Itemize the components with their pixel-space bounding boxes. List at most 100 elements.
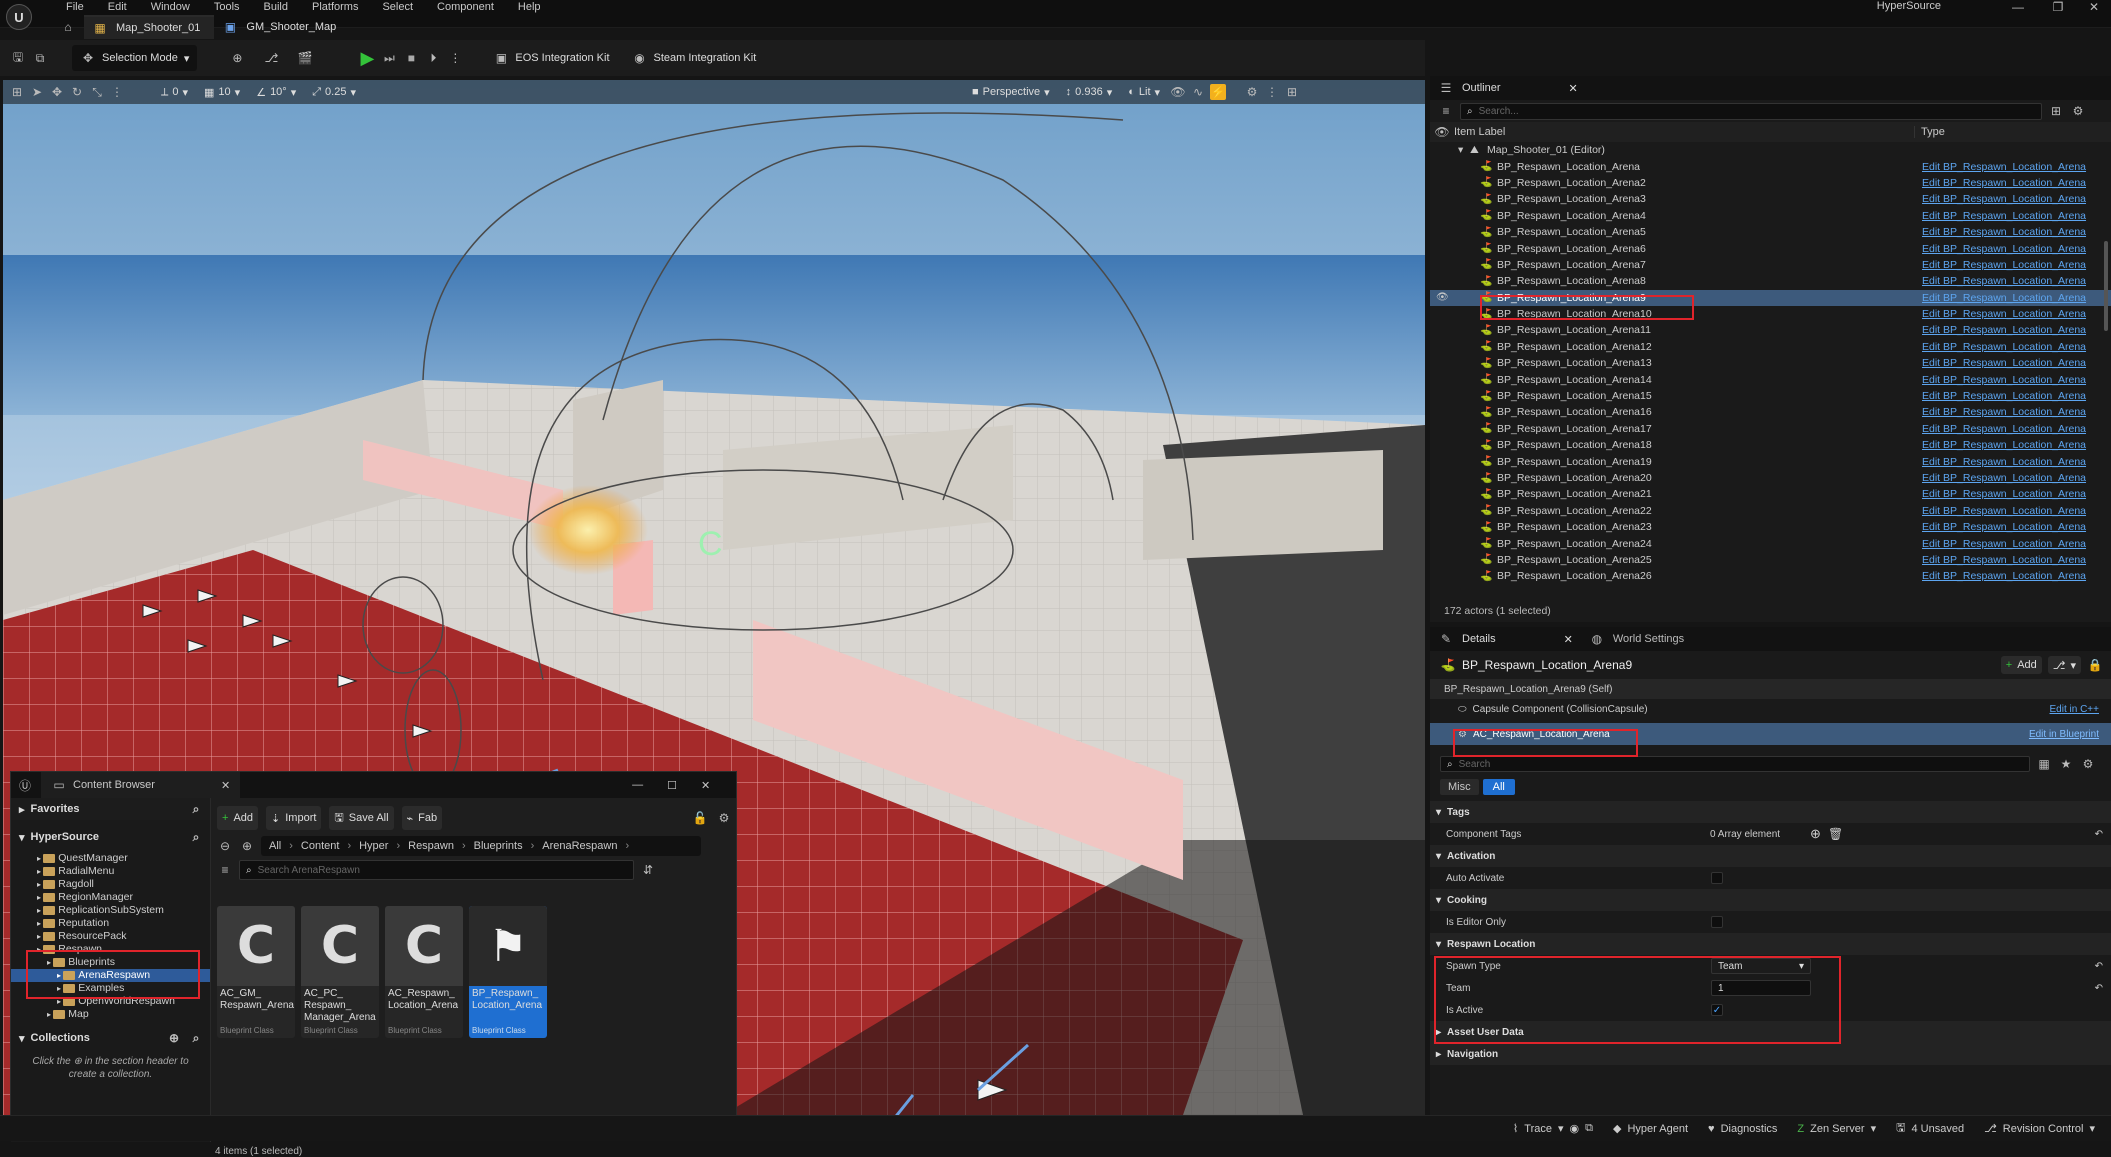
save-icon[interactable]: 🖫: [10, 50, 26, 66]
transform-menu-icon[interactable]: ⊞: [9, 84, 25, 100]
outliner-row[interactable]: ⛳ BP_Respawn_Location_Arena8 Edit BP_Respa…: [1430, 273, 2111, 289]
show-flags-icon[interactable]: 👁: [1170, 84, 1186, 100]
edit-blueprint-link[interactable]: Edit BP_Respawn_Location_Arena: [1922, 505, 2086, 517]
tab-world-settings[interactable]: World Settings: [1613, 633, 1684, 645]
edit-cpp-link[interactable]: Edit in C++: [2050, 704, 2099, 715]
edit-blueprint-link[interactable]: Edit BP_Respawn_Location_Arena: [1922, 538, 2086, 550]
zen-server-button[interactable]: Z Zen Server ▾: [1787, 1116, 1886, 1142]
breadcrumb-item[interactable]: Content: [301, 840, 340, 852]
search-icon[interactable]: ⌕: [188, 829, 204, 845]
folder-item[interactable]: ▸ QuestManager: [11, 852, 210, 865]
settings-gear-icon[interactable]: ⚙: [2080, 756, 2096, 772]
asset-tile[interactable]: C AC_PC_ Respawn_ Manager_Arena Blueprint …: [301, 906, 379, 1038]
edit-blueprint-link[interactable]: Edit BP_Respawn_Location_Arena: [1922, 308, 2086, 320]
outliner-row[interactable]: ⛳ BP_Respawn_Location_Arena2 Edit BP_Respa…: [1430, 175, 2111, 191]
outliner-row[interactable]: ⛳ BP_Respawn_Location_Arena24 Edit BP_Resp…: [1430, 535, 2111, 551]
grid-view-icon[interactable]: ▦: [2036, 756, 2052, 772]
viewport-more-icon[interactable]: ⋮: [1264, 84, 1280, 100]
minimize-icon[interactable]: —: [1998, 0, 2038, 14]
edit-blueprint-link[interactable]: Edit BP_Respawn_Location_Arena: [1922, 390, 2086, 402]
filter-icon[interactable]: ≡: [217, 862, 233, 878]
folder-item[interactable]: ▸ Blueprints: [11, 956, 210, 969]
col-item-label[interactable]: Item Label: [1454, 126, 1505, 138]
outliner-row[interactable]: ⛳ BP_Respawn_Location_Arena26 Edit BP_Resp…: [1430, 568, 2111, 584]
save-all-button[interactable]: 🖫 Save All: [329, 806, 394, 830]
is-active-checkbox[interactable]: ✓: [1711, 1004, 1723, 1016]
visibility-icon[interactable]: 👁: [1434, 124, 1450, 140]
folder-item[interactable]: ▸ Respawn: [11, 943, 210, 956]
edit-blueprint-link[interactable]: Edit BP_Respawn_Location_Arena: [1922, 406, 2086, 418]
outliner-row[interactable]: ⛳ BP_Respawn_Location_Arena6 Edit BP_Respa…: [1430, 240, 2111, 256]
hypersource-section[interactable]: ▾ HyperSource ⌕: [11, 826, 210, 848]
menu-item[interactable]: Window: [139, 1, 202, 13]
lit-dropdown[interactable]: ◐ Lit ▾: [1122, 82, 1166, 102]
edit-blueprint-link[interactable]: Edit BP_Respawn_Location_Arena: [1922, 243, 2086, 255]
asset-tile[interactable]: ⚑ BP_Respawn_ Location_Arena Blueprint Cla…: [469, 906, 547, 1038]
add-collection-icon[interactable]: ⊕: [166, 1030, 182, 1046]
outliner-row[interactable]: ⛳ BP_Respawn_Location_Arena14 Edit BP_Resp…: [1430, 371, 2111, 387]
outliner-row[interactable]: ⛳ BP_Respawn_Location_Arena7 Edit BP_Respa…: [1430, 257, 2111, 273]
blueprint-options-button[interactable]: ⎇ ▾: [2047, 656, 2081, 674]
folder-item[interactable]: ▸ RadialMenu: [11, 865, 210, 878]
hyper-agent-button[interactable]: ◆ Hyper Agent: [1603, 1116, 1698, 1142]
stop-icon[interactable]: ■: [403, 50, 419, 66]
folder-item[interactable]: ▸ RegionManager: [11, 891, 210, 904]
folder-item[interactable]: ▸ ArenaRespawn: [11, 969, 210, 982]
filter-misc[interactable]: Misc: [1440, 779, 1479, 795]
component-self-row[interactable]: BP_Respawn_Location_Arena9 (Self): [1430, 679, 2111, 699]
outliner-row[interactable]: ⛳ BP_Respawn_Location_Arena16 Edit BP_Resp…: [1430, 404, 2111, 420]
settings-gear-icon[interactable]: ⚙: [716, 810, 732, 826]
trace-button[interactable]: ⌇ Trace ▾ ◉ ⧉: [1503, 1116, 1603, 1142]
selection-mode-dropdown[interactable]: ✥ Selection Mode ▾: [72, 45, 198, 71]
tab-details[interactable]: Details: [1462, 633, 1496, 645]
close-tab-icon[interactable]: ✕: [1569, 82, 1578, 95]
fab-button[interactable]: ⌁ Fab: [401, 806, 443, 830]
settings-gear-icon[interactable]: ⚙: [2070, 103, 2086, 119]
steam-integration-button[interactable]: ◉ Steam Integration Kit: [624, 45, 765, 71]
more-options-icon[interactable]: ⋮: [447, 50, 463, 66]
edit-blueprint-link[interactable]: Edit BP_Respawn_Location_Arena: [1922, 226, 2086, 238]
menu-item[interactable]: Select: [370, 1, 425, 13]
close-tab-icon[interactable]: ✕: [1564, 633, 1573, 646]
breadcrumb-item[interactable]: All: [269, 840, 281, 852]
folder-item[interactable]: ▸ ResourcePack: [11, 930, 210, 943]
outliner-row[interactable]: ⛳ BP_Respawn_Location_Arena23 Edit BP_Resp…: [1430, 519, 2111, 535]
category-cooking[interactable]: ▾ Cooking: [1430, 889, 2111, 911]
menu-item[interactable]: Platforms: [300, 1, 370, 13]
edit-blueprint-link[interactable]: Edit BP_Respawn_Location_Arena: [1922, 275, 2086, 287]
perspective-dropdown[interactable]: ■ Perspective ▾: [966, 82, 1056, 102]
select-arrow-icon[interactable]: ➤: [29, 84, 45, 100]
collections-section[interactable]: ▾ Collections ⊕ ⌕: [11, 1027, 210, 1049]
outliner-row[interactable]: ⛳ BP_Respawn_Location_Arena11 Edit BP_Resp…: [1430, 322, 2111, 338]
outliner-row[interactable]: ⛳ BP_Respawn_Location_Arena21 Edit BP_Resp…: [1430, 486, 2111, 502]
outliner-row[interactable]: ⛳ BP_Respawn_Location_Arena18 Edit BP_Resp…: [1430, 437, 2111, 453]
add-button[interactable]: + Add: [217, 806, 259, 830]
edit-blueprint-link[interactable]: Edit BP_Respawn_Location_Arena: [1922, 210, 2086, 222]
category-tags[interactable]: ▾ Tags: [1430, 801, 2111, 823]
lock-icon[interactable]: 🔒: [2087, 657, 2103, 673]
menu-item[interactable]: Build: [252, 1, 300, 13]
tab-gm-shooter-map[interactable]: ▣ GM_Shooter_Map: [214, 15, 350, 39]
unsaved-button[interactable]: 🖫 4 Unsaved: [1886, 1116, 1974, 1142]
search-icon[interactable]: ⌕: [188, 801, 204, 817]
edit-blueprint-link[interactable]: Edit BP_Respawn_Location_Arena: [1922, 341, 2086, 353]
is-editor-only-checkbox[interactable]: [1711, 916, 1723, 928]
folder-item[interactable]: ▸ Reputation: [11, 917, 210, 930]
realtime-icon[interactable]: ⚡: [1210, 84, 1227, 100]
map-row[interactable]: ▾ ⛰ Map_Shooter_01 (Editor): [1430, 142, 2111, 158]
edit-blueprint-link[interactable]: Edit BP_Respawn_Location_Arena: [1922, 357, 2086, 369]
maximize-icon[interactable]: ☐: [667, 779, 677, 792]
rotate-icon[interactable]: ↻: [69, 84, 85, 100]
menu-item[interactable]: File: [54, 1, 96, 13]
category-respawn-location[interactable]: ▾ Respawn Location: [1430, 933, 2111, 955]
unreal-logo-icon[interactable]: U: [6, 4, 32, 30]
import-button[interactable]: ⇣ Import: [266, 806, 322, 830]
visibility-icon[interactable]: 👁: [1436, 292, 1449, 303]
respawn-component-row[interactable]: ⚙ AC_Respawn_Location_Arena Edit in Blue…: [1430, 723, 2111, 745]
maximize-icon[interactable]: ❐: [2038, 0, 2078, 14]
menu-item[interactable]: Tools: [202, 1, 252, 13]
edit-blueprint-link[interactable]: Edit BP_Respawn_Location_Arena: [1922, 259, 2086, 271]
breadcrumb-item[interactable]: ArenaRespawn: [542, 840, 617, 852]
folder-item[interactable]: ▸ ReplicationSubSystem: [11, 904, 210, 917]
add-element-icon[interactable]: ⊕: [1810, 826, 1821, 842]
